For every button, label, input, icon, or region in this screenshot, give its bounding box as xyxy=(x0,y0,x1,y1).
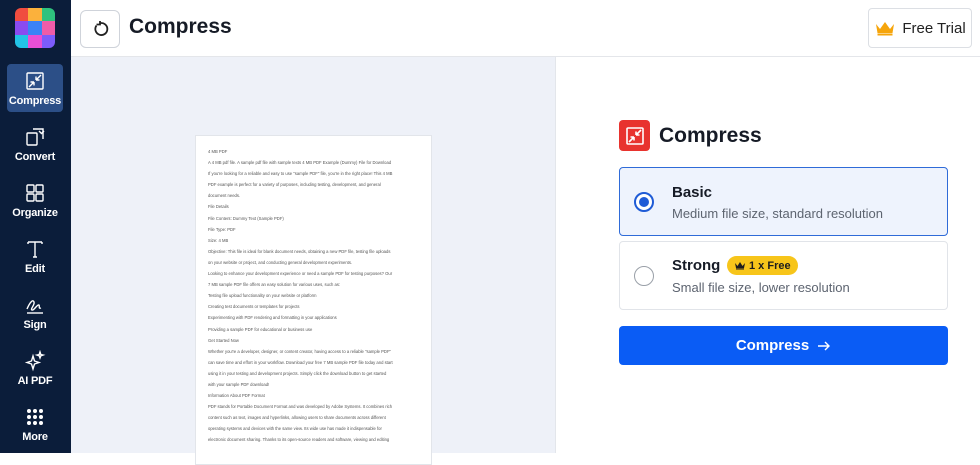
page-title: Compress xyxy=(129,15,232,38)
option-strong[interactable]: Strong 1 x Free Small file size, lower r… xyxy=(619,241,948,310)
panel-header: Compress xyxy=(619,120,762,151)
undo-button[interactable] xyxy=(80,10,120,48)
compress-icon xyxy=(625,126,644,145)
document-text-line: Size: 4 MB xyxy=(208,237,229,243)
logo-tile xyxy=(28,8,42,22)
sidebar-item-more[interactable]: More xyxy=(7,400,63,448)
logo-tile xyxy=(28,34,42,48)
more-grid-icon xyxy=(27,409,43,425)
document-text-line: on your website or project, and conducti… xyxy=(208,259,353,265)
document-text-line: Whether you're a developer, designer, or… xyxy=(208,348,392,354)
document-text-line: electronic document sharing. Thanks to i… xyxy=(208,437,390,443)
sign-icon xyxy=(26,300,43,314)
document-preview[interactable]: 4 MB PDF A 4 MB pdf file. A sample pdf fi… xyxy=(195,135,432,465)
document-text-line: Looking to enhance your development expe… xyxy=(208,271,393,277)
sidebar-item-label: Organize xyxy=(12,207,58,219)
option-name: Basic xyxy=(672,184,713,201)
document-text-line: document needs. xyxy=(208,193,241,199)
free-trial-button[interactable]: Free Trial xyxy=(868,8,972,48)
option-basic[interactable]: Basic Medium file size, standard resolut… xyxy=(619,167,948,236)
document-text-line: with your sample PDF download! xyxy=(208,381,270,387)
document-text-line: Providing a sample PDF for educational o… xyxy=(208,326,313,332)
undo-icon xyxy=(94,21,109,36)
edit-icon xyxy=(27,241,43,258)
sidebar-item-convert[interactable]: Convert xyxy=(7,120,63,168)
sidebar-item-label: Compress xyxy=(8,95,62,107)
radio-basic[interactable] xyxy=(634,192,654,212)
option-name: Strong xyxy=(672,257,721,274)
document-text-line: Testing file upload functionality on you… xyxy=(208,293,317,299)
app-logo[interactable] xyxy=(15,8,55,48)
logo-tile xyxy=(28,21,42,35)
document-text-line: PDF example is perfect for a variety of … xyxy=(208,182,381,188)
document-text-line: If you're looking for a reliable and eas… xyxy=(208,171,393,177)
sidebar-item-label: Edit xyxy=(25,263,45,275)
document-text-line: Objective: This file is ideal for blank … xyxy=(208,248,391,254)
document-text-line: A 4 MB pdf file. A sample pdf file with … xyxy=(208,160,392,166)
option-description: Small file size, lower resolution xyxy=(672,280,850,295)
document-text-line: Information About PDF Format xyxy=(208,393,265,399)
sidebar-item-ai-pdf[interactable]: AI PDF xyxy=(7,344,63,392)
sidebar-item-label: AI PDF xyxy=(17,375,53,387)
badge-label: 1 x Free xyxy=(749,259,791,272)
top-bar: Compress Free Trial xyxy=(71,0,980,57)
free-trial-label: Free Trial xyxy=(902,19,966,37)
arrow-right-icon xyxy=(818,341,831,350)
sidebar-item-sign[interactable]: Sign xyxy=(7,288,63,336)
organize-icon xyxy=(26,184,44,202)
compress-icon xyxy=(26,72,44,90)
sidebar-item-label: Sign xyxy=(23,319,47,331)
free-usage-badge: 1 x Free xyxy=(727,256,798,275)
logo-tile xyxy=(15,8,29,22)
sidebar-item-edit[interactable]: Edit xyxy=(7,232,63,280)
sidebar-item-label: Convert xyxy=(14,151,56,163)
document-text-line: operating systems and devices with the s… xyxy=(208,426,382,432)
document-text-line: 4 MB PDF xyxy=(208,149,228,154)
document-text-line: PDF stands for Portable Document Format … xyxy=(208,404,393,410)
sidebar-item-organize[interactable]: Organize xyxy=(7,176,63,224)
sidebar-item-compress[interactable]: Compress xyxy=(7,64,63,112)
crown-icon xyxy=(876,22,895,36)
logo-tile xyxy=(41,34,55,48)
document-text-line: 7 MB sample PDF file offers an easy solu… xyxy=(208,282,341,288)
compress-button-label: Compress xyxy=(735,337,810,354)
document-text-line: using it in your testing and development… xyxy=(208,370,387,376)
document-text-line: File Details xyxy=(208,204,229,210)
panel-title: Compress xyxy=(659,123,762,147)
divider xyxy=(555,57,556,453)
document-text-line: can save time and effort in your workflo… xyxy=(208,359,393,365)
document-text-line: Experimenting with PDF rendering and for… xyxy=(208,315,337,321)
logo-tile xyxy=(15,34,29,48)
logo-tile xyxy=(41,8,55,22)
sidebar-item-label: More xyxy=(22,431,48,443)
logo-tile xyxy=(41,21,55,35)
ai-sparkle-icon xyxy=(24,350,46,372)
document-text-line: content such as text, images and hyperli… xyxy=(208,415,386,421)
convert-icon xyxy=(26,128,45,146)
option-description: Medium file size, standard resolution xyxy=(672,206,883,221)
logo-tile xyxy=(15,21,29,35)
document-text-line: File Content: Dummy Text (Sample PDF) xyxy=(208,215,284,221)
radio-strong[interactable] xyxy=(634,266,654,286)
document-text-line: Get Started Now xyxy=(208,337,239,343)
document-text-line: Creating test documents or templates for… xyxy=(208,304,300,310)
compress-tool-badge xyxy=(619,120,650,151)
document-text-line: File Type: PDF xyxy=(208,226,236,232)
preview-area: 4 MB PDF A 4 MB pdf file. A sample pdf fi… xyxy=(71,57,555,465)
crown-icon xyxy=(735,262,745,270)
sidebar: Compress Convert Organize Edit Sign AI P… xyxy=(0,0,71,453)
compress-button[interactable]: Compress xyxy=(619,326,948,365)
